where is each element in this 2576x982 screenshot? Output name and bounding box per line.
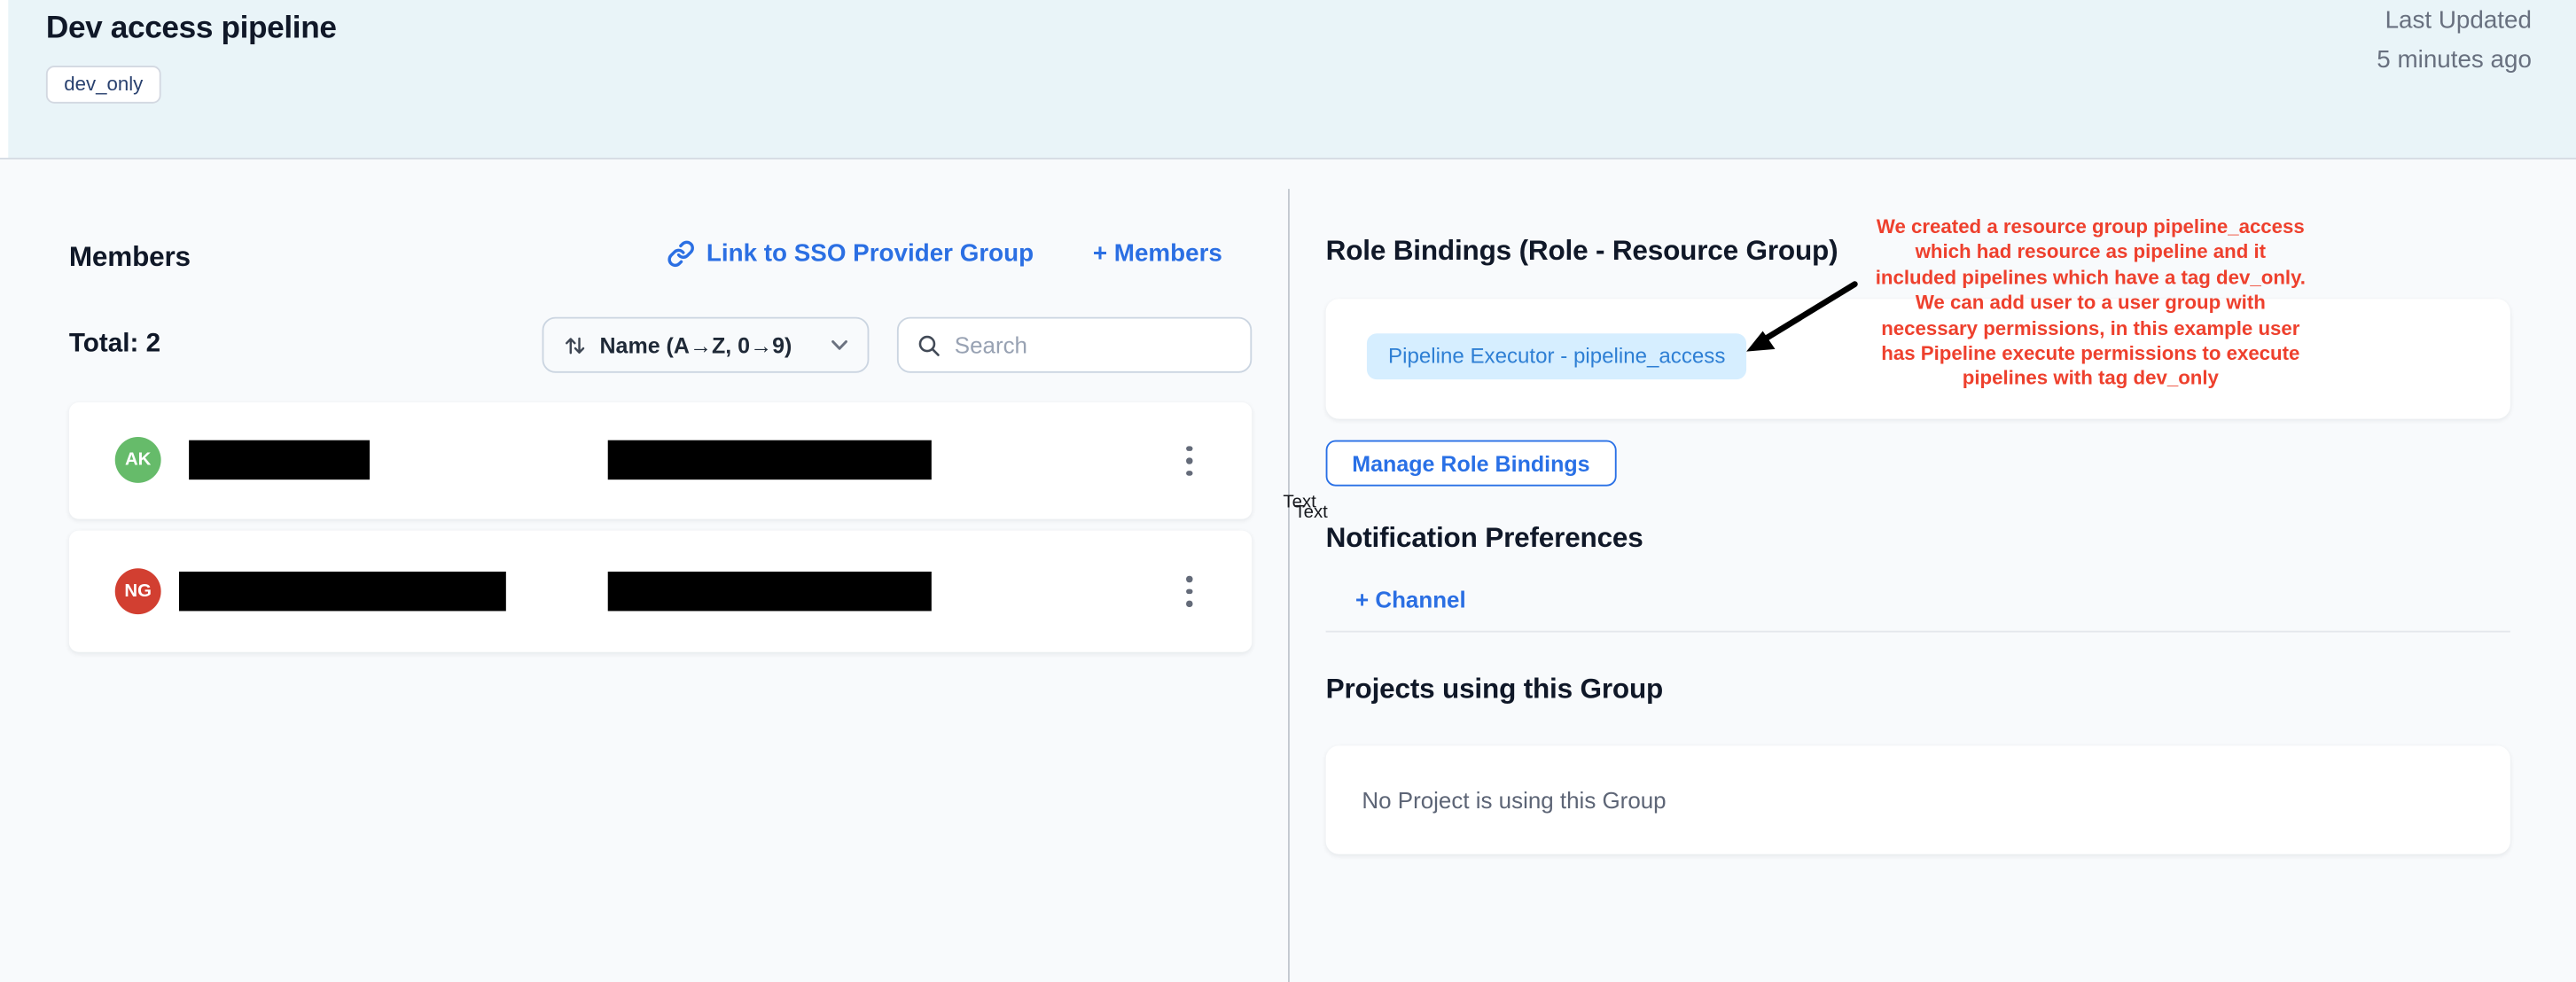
manage-role-bindings-button[interactable]: Manage Role Bindings <box>1326 440 1617 487</box>
projects-card: No Project is using this Group <box>1326 745 2510 853</box>
notification-preferences-heading: Notification Preferences <box>1326 522 1643 555</box>
annotation-arrow <box>1733 273 1868 363</box>
member-row: AK <box>69 402 1252 519</box>
projects-heading: Projects using this Group <box>1326 674 1664 706</box>
add-members-button[interactable]: + Members <box>1093 240 1222 269</box>
chevron-down-icon <box>831 339 848 351</box>
members-toolbar: Total: 2 Name (A→Z, 0→9) <box>69 317 1252 373</box>
redacted-member-email <box>608 572 932 611</box>
section-divider <box>1326 631 2510 633</box>
projects-empty-message: No Project is using this Group <box>1326 745 2510 853</box>
add-members-label: + Members <box>1093 240 1222 269</box>
panel-divider <box>1288 189 1290 982</box>
search-box <box>897 317 1252 373</box>
search-input[interactable] <box>955 331 1252 358</box>
tag-badge[interactable]: dev_only <box>46 66 161 104</box>
page: Dev access pipeline dev_only Last Update… <box>0 0 2576 982</box>
search-icon <box>917 332 941 357</box>
members-heading: Members <box>69 241 191 274</box>
role-bindings-heading: Role Bindings (Role - Resource Group) <box>1326 235 1838 268</box>
window-edge <box>0 0 8 158</box>
link-icon <box>667 240 695 269</box>
redacted-member-name <box>179 572 506 611</box>
member-row: NG <box>69 531 1252 652</box>
stray-text-label: Text <box>1294 503 1327 522</box>
sort-arrows-icon <box>564 332 587 357</box>
sort-dropdown[interactable]: Name (A→Z, 0→9) <box>543 317 870 373</box>
link-sso-provider-group-button[interactable]: Link to SSO Provider Group <box>667 240 1034 269</box>
role-binding-chip[interactable]: Pipeline Executor - pipeline_access <box>1367 333 1747 379</box>
add-channel-button[interactable]: + Channel <box>1355 587 1466 613</box>
members-header-row: Members Link to SSO Provider Group + Mem… <box>69 240 1252 279</box>
member-menu-kebab-icon[interactable] <box>1180 439 1198 483</box>
sort-selected-value: Name (A→Z, 0→9) <box>599 332 792 357</box>
redacted-member-email <box>608 440 932 479</box>
link-sso-label: Link to SSO Provider Group <box>706 240 1034 269</box>
members-total: Total: 2 <box>69 317 160 373</box>
last-updated-value: 5 minutes ago <box>2377 40 2532 79</box>
member-menu-kebab-icon[interactable] <box>1180 569 1198 613</box>
redacted-member-name <box>189 440 370 479</box>
last-updated-label: Last Updated <box>2377 2 2532 41</box>
page-title: Dev access pipeline <box>46 12 337 48</box>
last-updated: Last Updated 5 minutes ago <box>2377 2 2532 79</box>
members-actions: Link to SSO Provider Group + Members <box>667 240 1222 269</box>
avatar: NG <box>115 568 161 614</box>
avatar: AK <box>115 437 161 483</box>
page-header: Dev access pipeline dev_only Last Update… <box>0 0 2576 160</box>
